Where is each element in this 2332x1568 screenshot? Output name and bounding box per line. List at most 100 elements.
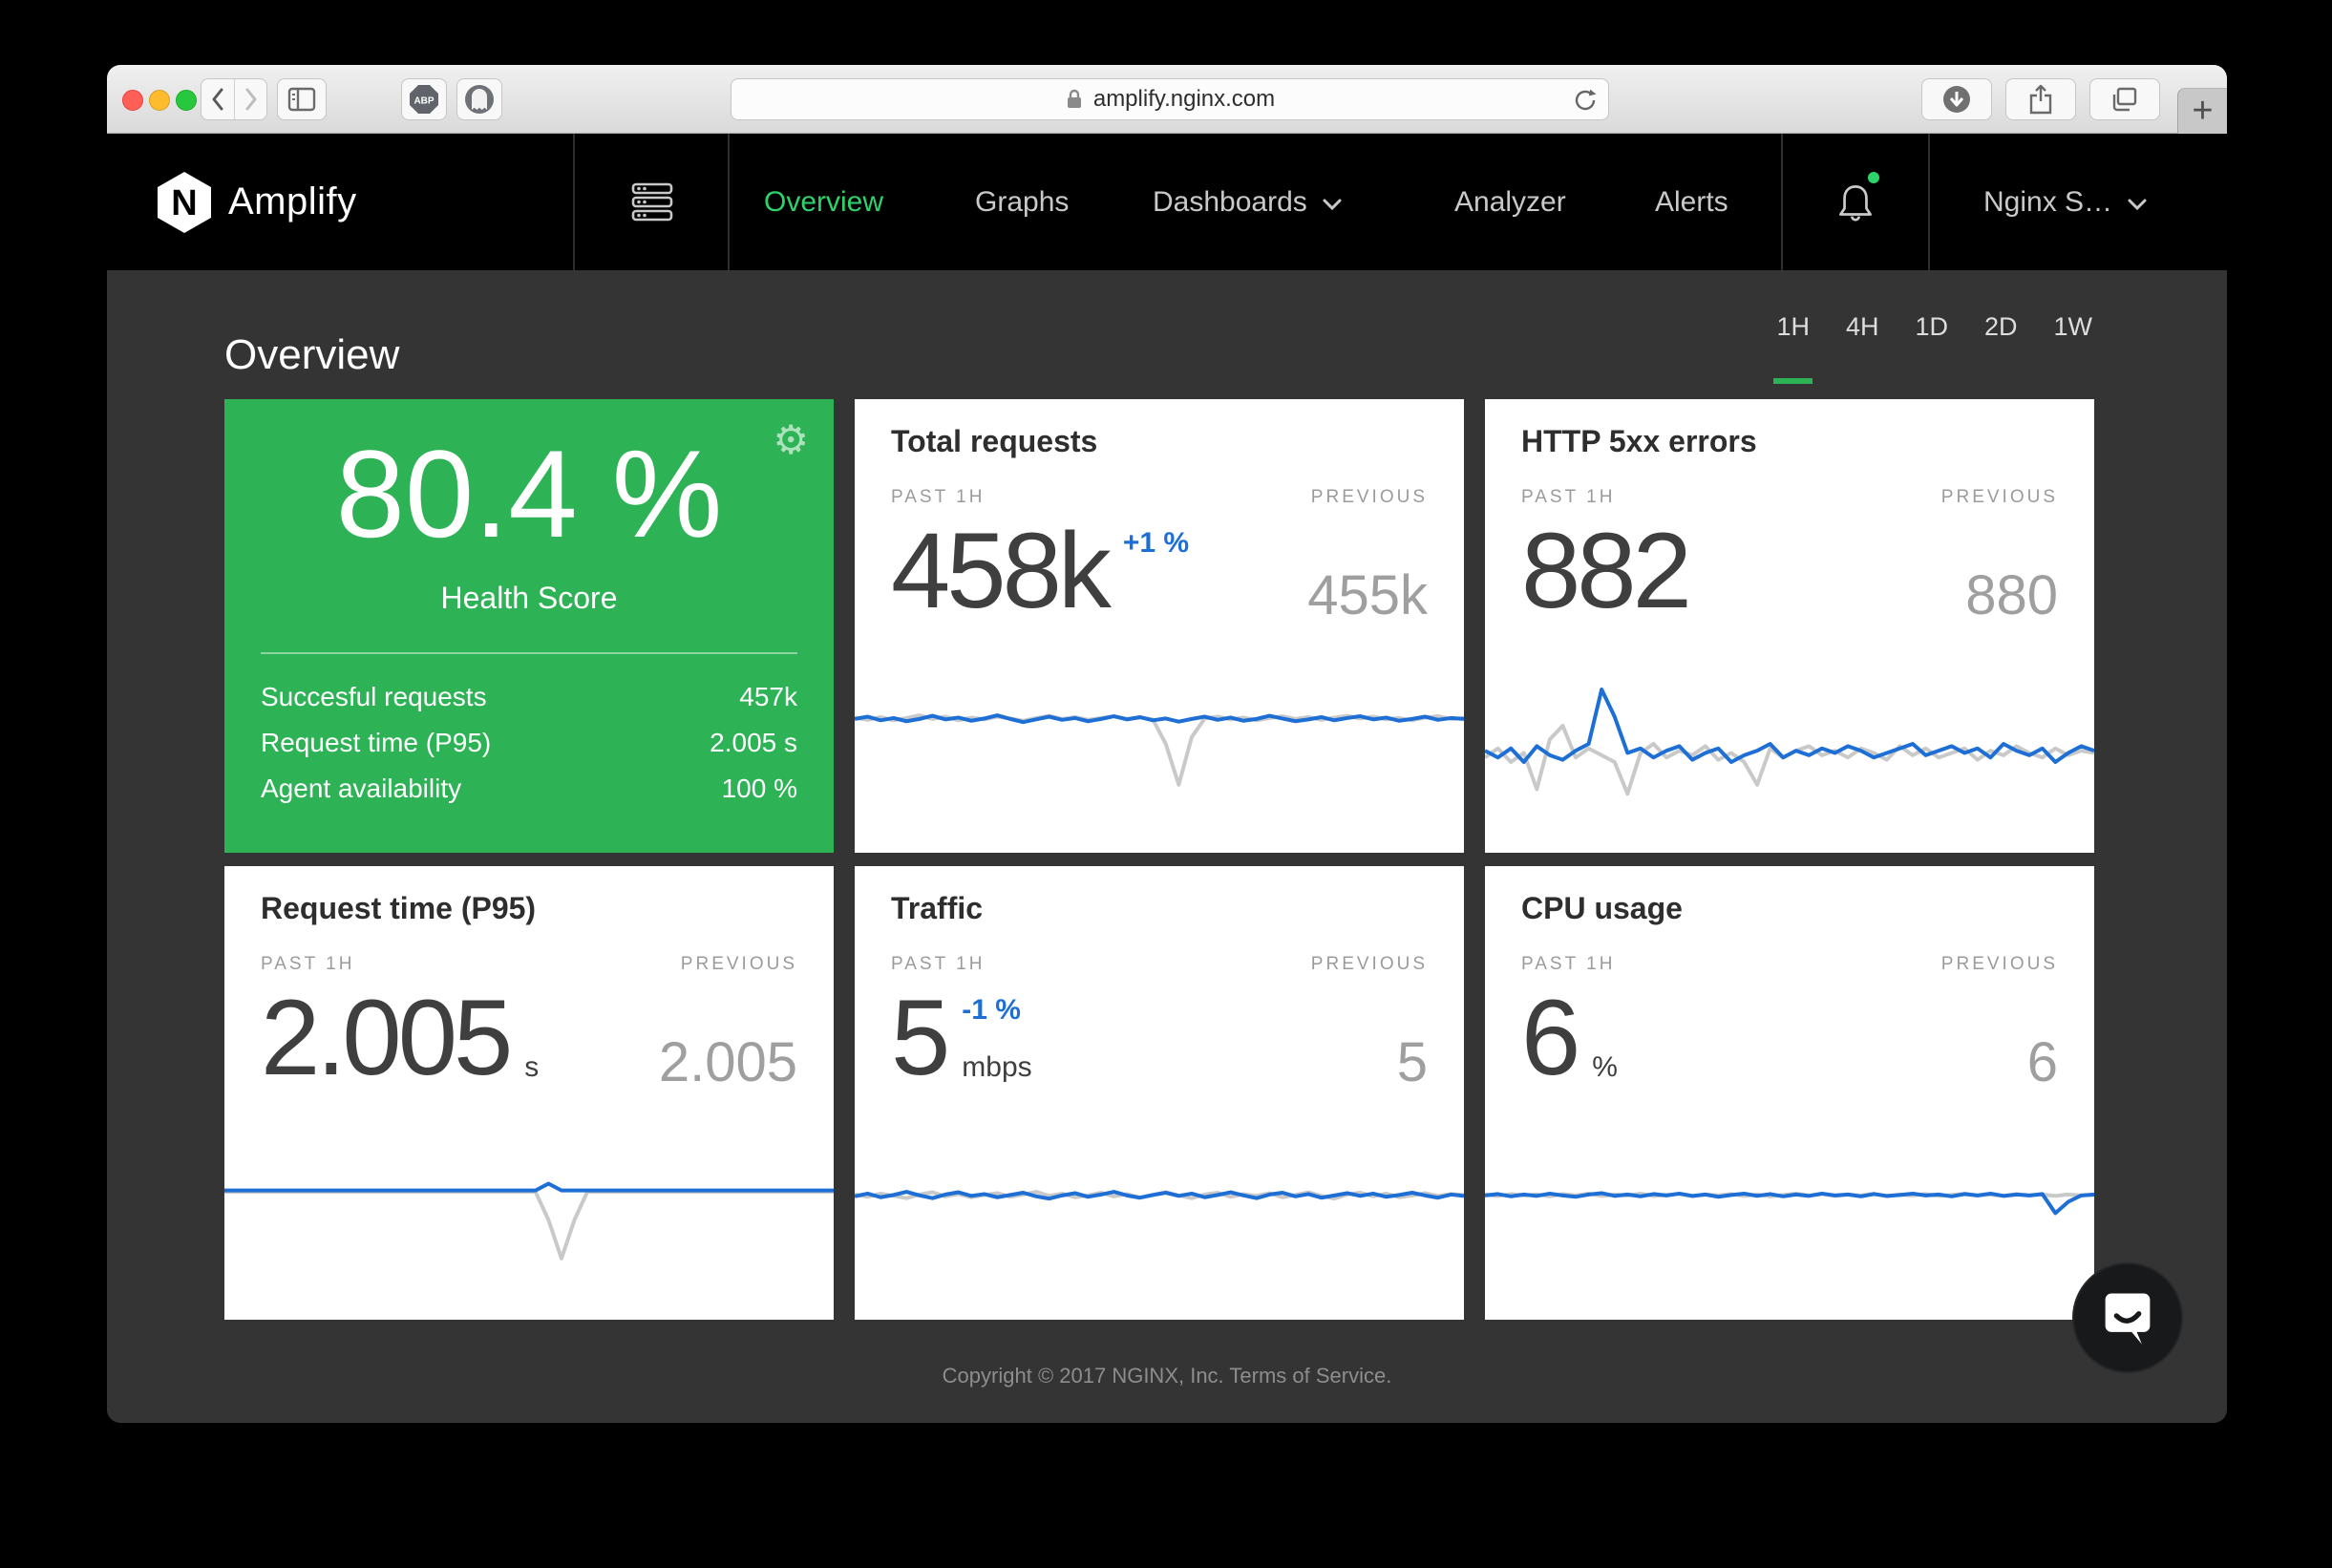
- zoom-button[interactable]: [176, 90, 197, 111]
- health-stat-row: Agent availability 100 %: [261, 773, 797, 804]
- health-stat-row: Request time (P95) 2.005 s: [261, 728, 797, 758]
- range-2d[interactable]: 2D: [1982, 312, 2021, 384]
- card-title: CPU usage: [1521, 891, 1683, 926]
- nav-divider: [1781, 134, 1783, 270]
- ghostery-icon: [464, 84, 495, 115]
- unit: %: [1592, 1051, 1618, 1084]
- health-score-value: 80.4 %: [224, 432, 834, 556]
- back-button[interactable]: [201, 79, 234, 119]
- past-label: PAST 1H: [261, 954, 354, 975]
- card-request-time: Request time (P95) PAST 1H PREVIOUS 2.00…: [224, 866, 834, 1320]
- chat-bubble-icon: [2097, 1285, 2158, 1350]
- previous-label: PREVIOUS: [1311, 954, 1428, 975]
- card-title: Total requests: [891, 424, 1097, 459]
- amplify-brand[interactable]: N Amplify: [158, 134, 357, 270]
- nav-item-dashboards[interactable]: Dashboards: [1153, 134, 1342, 270]
- current-value: 2.005 s: [261, 988, 539, 1087]
- notifications-button[interactable]: [1826, 134, 1885, 270]
- card-title: Traffic: [891, 891, 983, 926]
- card-traffic: Traffic PAST 1H PREVIOUS 5 -1 %mbps 5: [855, 866, 1464, 1320]
- forward-button[interactable]: [234, 79, 266, 119]
- previous-value: 6: [2027, 1030, 2058, 1094]
- browser-toolbar: ABP amplify.nginx.com: [107, 65, 2227, 134]
- download-icon: [1941, 84, 1972, 115]
- time-range-selector: 1H 4H 1D 2D 1W: [1773, 312, 2095, 384]
- nginx-logo: N: [158, 172, 211, 233]
- current-value: 458k +1 %: [891, 521, 1189, 620]
- chevron-down-icon: [2128, 199, 2147, 210]
- url-text: amplify.nginx.com: [1093, 86, 1275, 113]
- card-title: Request time (P95): [261, 891, 536, 926]
- ghostery-extension-button[interactable]: [456, 78, 502, 120]
- health-stat-row: Succesful requests 457k: [261, 682, 797, 712]
- previous-value: 880: [1965, 563, 2058, 627]
- notification-dot: [1868, 172, 1879, 183]
- plus-icon: +: [2192, 91, 2213, 132]
- card-cpu-usage: CPU usage PAST 1H PREVIOUS 6 % 6: [1485, 866, 2094, 1320]
- past-label: PAST 1H: [891, 487, 985, 508]
- reload-button[interactable]: [1572, 87, 1599, 118]
- previous-label: PREVIOUS: [1941, 954, 2058, 975]
- lock-icon: [1065, 87, 1084, 112]
- nav-divider: [728, 134, 730, 270]
- new-tab-button[interactable]: +: [2177, 88, 2227, 134]
- change-badge: [524, 994, 539, 1025]
- previous-value: 2.005: [659, 1030, 797, 1094]
- current-value: 882: [1521, 521, 1688, 620]
- sidebar-button[interactable]: [277, 78, 327, 120]
- account-menu[interactable]: Nginx S…: [1983, 134, 2147, 270]
- address-bar[interactable]: amplify.nginx.com: [731, 78, 1609, 120]
- nav-item-analyzer[interactable]: Analyzer: [1454, 134, 1566, 270]
- previous-label: PREVIOUS: [1311, 487, 1428, 508]
- share-button[interactable]: [2005, 78, 2076, 120]
- adblock-extension-button[interactable]: ABP: [401, 78, 447, 120]
- divider: [261, 652, 797, 654]
- previous-label: PREVIOUS: [1941, 487, 2058, 508]
- health-score-label: Health Score: [224, 581, 834, 616]
- previous-value: 5: [1397, 1030, 1428, 1094]
- nav-item-overview[interactable]: Overview: [764, 134, 883, 270]
- nav-divider: [573, 134, 575, 270]
- card-title: HTTP 5xx errors: [1521, 424, 1757, 459]
- nav-item-alerts[interactable]: Alerts: [1655, 134, 1728, 270]
- current-value: 5 -1 %mbps: [891, 988, 1032, 1087]
- unit: mbps: [962, 1051, 1031, 1084]
- tab-overview-button[interactable]: [2089, 78, 2160, 120]
- svg-text:ABP: ABP: [413, 96, 434, 107]
- downloads-button[interactable]: [1921, 78, 1992, 120]
- share-icon: [2027, 84, 2054, 115]
- back-icon: [210, 87, 225, 112]
- desktop: ABP amplify.nginx.com: [0, 0, 2332, 1568]
- svg-text:N: N: [171, 183, 197, 223]
- chat-widget-button[interactable]: [2072, 1262, 2183, 1373]
- unit: s: [524, 1051, 539, 1084]
- range-1h[interactable]: 1H: [1773, 312, 1813, 384]
- card-health-score: ⚙ 80.4 % Health Score Succesful requests…: [224, 399, 834, 853]
- overview-page: Overview 1H 4H 1D 2D 1W ⚙ 80.4 % Health …: [107, 270, 2227, 1423]
- servers-icon: [630, 180, 674, 224]
- previous-value: 455k: [1307, 563, 1428, 627]
- past-label: PAST 1H: [1521, 487, 1615, 508]
- range-1w[interactable]: 1W: [2051, 312, 2096, 384]
- nav-divider: [1928, 134, 1930, 270]
- card-http-5xx-errors: HTTP 5xx errors PAST 1H PREVIOUS 882 880: [1485, 399, 2094, 853]
- reload-icon: [1572, 87, 1599, 114]
- adblock-icon: ABP: [408, 83, 440, 116]
- brand-name: Amplify: [228, 180, 357, 223]
- change-badge: +1 %: [1123, 527, 1189, 560]
- range-1d[interactable]: 1D: [1912, 312, 1951, 384]
- nav-item-graphs[interactable]: Graphs: [975, 134, 1069, 270]
- safari-window: ABP amplify.nginx.com: [107, 65, 2227, 1423]
- previous-label: PREVIOUS: [681, 954, 797, 975]
- current-value: 6 %: [1521, 988, 1618, 1087]
- past-label: PAST 1H: [891, 954, 985, 975]
- close-button[interactable]: [122, 90, 143, 111]
- range-4h[interactable]: 4H: [1843, 312, 1882, 384]
- minimize-button[interactable]: [149, 90, 170, 111]
- change-badge: -1 %: [962, 994, 1031, 1027]
- copyright-footer: Copyright © 2017 NGINX, Inc. Terms of Se…: [107, 1364, 2227, 1388]
- page-title: Overview: [224, 334, 399, 376]
- sidebar-icon: [287, 87, 316, 112]
- card-total-requests: Total requests PAST 1H PREVIOUS 458k +1 …: [855, 399, 1464, 853]
- systems-button[interactable]: [630, 134, 674, 270]
